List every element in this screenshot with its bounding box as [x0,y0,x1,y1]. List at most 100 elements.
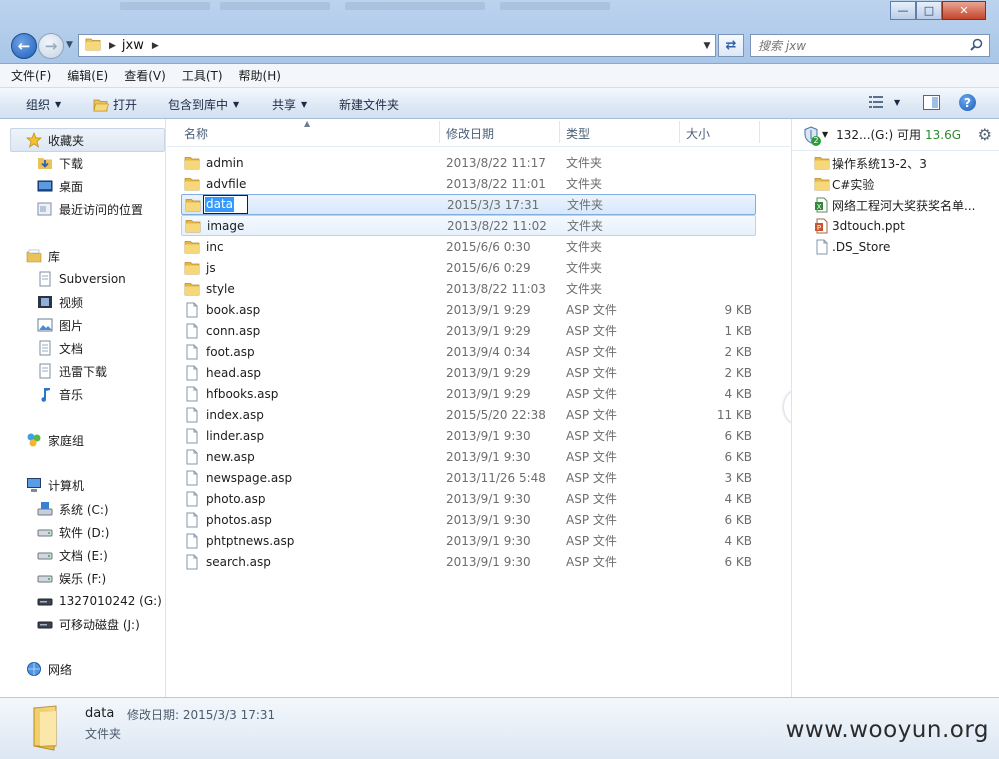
desktop-icon [37,178,53,194]
file-row[interactable]: newspage.asp 2013/11/26 5:48 ASP 文件 3 KB [181,467,756,488]
minimize-button[interactable]: — [890,1,916,20]
new-folder-button[interactable]: 新建文件夹 [339,96,399,113]
folder-row[interactable]: data 2015/3/3 17:31 文件夹 [181,194,756,215]
secondary-list-item[interactable]: C#实验 [814,174,874,194]
folder-icon [185,218,201,234]
folder-row[interactable]: image 2013/8/22 11:02 文件夹 [181,215,756,236]
folder-icon [184,281,200,297]
folder-row[interactable]: inc 2015/6/6 0:30 文件夹 [181,236,756,257]
file-row[interactable]: new.asp 2013/9/1 9:30 ASP 文件 6 KB [181,446,756,467]
nav-drive-g[interactable]: 1327010242 (G:) [37,590,162,612]
nav-favorites[interactable]: 收藏夹 [26,129,84,151]
file-row[interactable]: index.asp 2015/5/20 22:38 ASP 文件 11 KB [181,404,756,425]
breadcrumb-jxw[interactable]: jxw [122,38,144,53]
file-row[interactable]: phtptnews.asp 2013/9/1 9:30 ASP 文件 4 KB [181,530,756,551]
secondary-list-item[interactable]: 操作系统13-2、3 [814,153,927,173]
column-separator[interactable] [439,121,440,143]
nav-drive-d[interactable]: 软件 (D:) [37,521,109,543]
file-row[interactable]: conn.asp 2013/9/1 9:29 ASP 文件 1 KB [181,320,756,341]
nav-libraries[interactable]: 库 [26,245,60,267]
search-input[interactable] [751,38,961,53]
view-options-button[interactable]: ▼ [869,96,900,108]
file-row[interactable]: linder.asp 2013/9/1 9:30 ASP 文件 6 KB [181,425,756,446]
file-row[interactable]: photo.asp 2013/9/1 9:30 ASP 文件 4 KB [181,488,756,509]
file-row[interactable]: book.asp 2013/9/1 9:29 ASP 文件 9 KB [181,299,756,320]
folder-row[interactable]: style 2013/8/22 11:03 文件夹 [181,278,756,299]
column-separator[interactable] [759,121,760,143]
file-icon [184,386,200,402]
nav-documents[interactable]: 文档 [37,337,83,359]
file-row[interactable]: search.asp 2013/9/1 9:30 ASP 文件 6 KB [181,551,756,572]
nav-videos[interactable]: 视频 [37,291,83,313]
nav-drive-c[interactable]: 系统 (C:) [37,498,109,520]
chevron-down-icon: ▼ [894,97,901,107]
file-name: inc [206,239,224,254]
search-icon[interactable] [970,38,983,54]
file-row[interactable]: hfbooks.asp 2013/9/1 9:29 ASP 文件 4 KB [181,383,756,404]
hard-drive-icon [37,570,53,586]
file-name: image [207,218,245,233]
folder-row[interactable]: advfile 2013/8/22 11:01 文件夹 [181,173,756,194]
drive-shield-icon[interactable]: 2 [802,125,821,146]
file-row[interactable]: photos.asp 2013/9/1 9:30 ASP 文件 6 KB [181,509,756,530]
column-type[interactable]: 类型 [566,125,590,142]
column-size[interactable]: 大小 [686,125,710,142]
nav-network[interactable]: 网络 [26,658,72,680]
folder-row[interactable]: admin 2013/8/22 11:17 文件夹 [181,152,756,173]
nav-music[interactable]: 音乐 [37,383,83,405]
address-bar[interactable]: ▶ jxw ▶ ▼ [78,34,716,57]
secondary-list-item[interactable]: X 网络工程河大奖获奖名单... [814,195,975,215]
column-separator[interactable] [679,121,680,143]
address-history-dropdown[interactable]: ▼ [699,41,715,51]
file-size: 6 KB [724,428,752,443]
nav-desktop[interactable]: 桌面 [37,175,83,197]
recent-pages-dropdown[interactable]: ▼ [66,40,73,50]
nav-homegroup[interactable]: 家庭组 [26,429,84,451]
maximize-button[interactable]: □ [916,1,942,20]
gear-icon[interactable]: ⚙ [978,125,992,144]
chevron-down-icon: ▼ [233,100,240,109]
menu-tools[interactable]: 工具(T) [182,67,223,84]
refresh-button[interactable]: ⇄ [718,34,744,57]
column-separator[interactable] [559,121,560,143]
column-name[interactable]: 名称 [184,125,208,142]
file-name: head.asp [206,365,261,380]
file-row[interactable]: foot.asp 2013/9/4 0:34 ASP 文件 2 KB [181,341,756,362]
nav-recent-places[interactable]: 最近访问的位置 [37,198,143,220]
folder-row[interactable]: js 2015/6/6 0:29 文件夹 [181,257,756,278]
folder-icon [184,176,200,192]
share-button[interactable]: 共享 ▼ [272,96,307,113]
include-in-library-button[interactable]: 包含到库中 ▼ [168,96,239,113]
nav-drive-e[interactable]: 文档 (E:) [37,544,108,566]
rename-input[interactable]: data [203,195,248,214]
column-date[interactable]: 修改日期 [446,125,494,142]
breadcrumb-separator-icon[interactable]: ▶ [109,41,116,51]
organize-button[interactable]: 组织 ▼ [26,96,61,113]
menu-file[interactable]: 文件(F) [11,67,51,84]
nav-xunlei-downloads[interactable]: 迅雷下载 [37,360,107,382]
nav-drive-j[interactable]: 可移动磁盘 (J:) [37,613,140,635]
forward-button[interactable]: → [38,33,64,59]
search-box[interactable] [750,34,990,57]
menu-help[interactable]: 帮助(H) [239,67,281,84]
open-button[interactable]: 打开 [93,96,137,113]
file-icon [814,239,830,255]
help-button[interactable]: ? [959,94,976,111]
nav-subversion[interactable]: Subversion [37,268,126,290]
nav-computer[interactable]: 计算机 [26,474,84,496]
menu-edit[interactable]: 编辑(E) [67,67,108,84]
nav-drive-f[interactable]: 娱乐 (F:) [37,567,106,589]
file-type: ASP 文件 [566,555,617,569]
breadcrumb-separator-icon[interactable]: ▶ [152,41,159,51]
chevron-down-icon[interactable]: ▼ [822,130,828,139]
secondary-list-item[interactable]: .DS_Store [814,237,890,257]
nav-downloads[interactable]: 下载 [37,152,83,174]
file-row[interactable]: head.asp 2013/9/1 9:29 ASP 文件 2 KB [181,362,756,383]
preview-pane-button[interactable] [923,95,940,110]
close-button[interactable]: ✕ [942,1,986,20]
refresh-icon: ⇄ [725,38,737,53]
nav-pictures[interactable]: 图片 [37,314,83,336]
menu-view[interactable]: 查看(V) [124,67,166,84]
back-button[interactable]: ← [11,33,37,59]
secondary-list-item[interactable]: P 3dtouch.ppt [814,216,905,236]
